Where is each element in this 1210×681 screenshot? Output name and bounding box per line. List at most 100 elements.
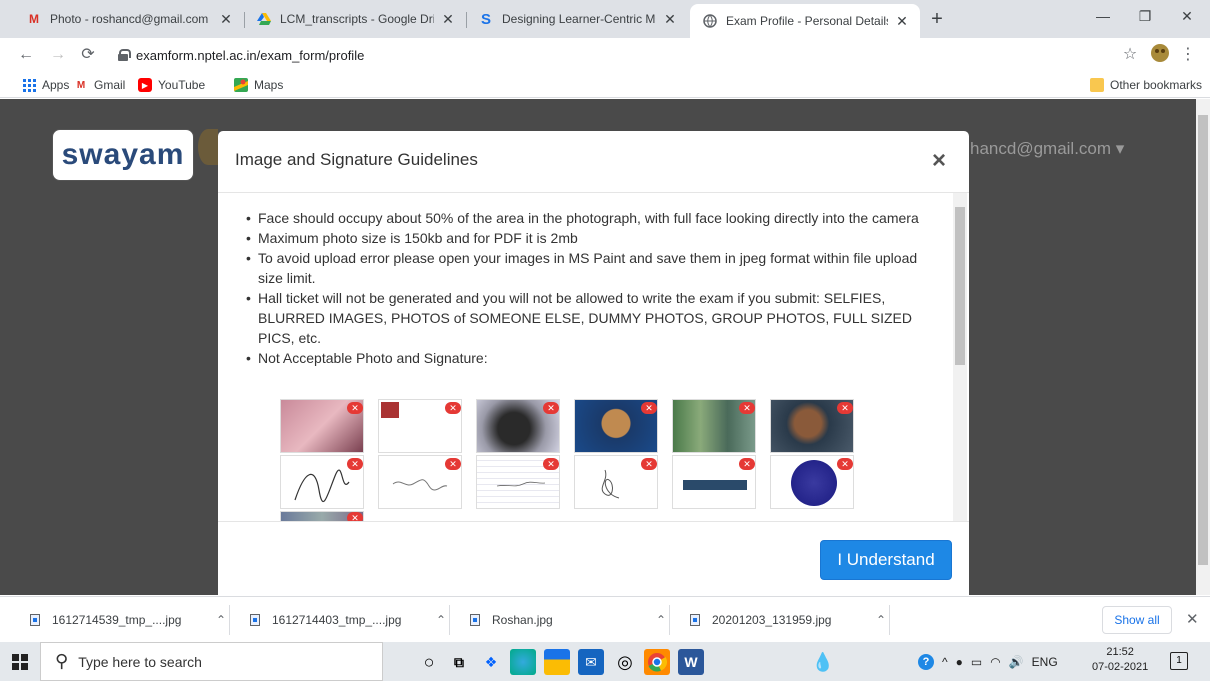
folder-icon xyxy=(1090,78,1104,92)
bookmark-gmail[interactable]: M Gmail xyxy=(74,76,126,94)
battery-icon[interactable]: ▭ xyxy=(971,655,982,669)
word-icon[interactable]: W xyxy=(678,649,704,675)
windows-taskbar: ⚲ Type here to search ○ ⧉ ❖ ✉ ◎ W 💧 ? ^ … xyxy=(0,642,1210,681)
show-all-button[interactable]: Show all xyxy=(1102,606,1172,634)
chevron-up-icon[interactable]: ⌃ xyxy=(433,613,449,627)
rejected-signature: ✕ xyxy=(770,455,854,509)
guideline-item: To avoid upload error please open your i… xyxy=(246,248,930,288)
scrollbar-thumb[interactable] xyxy=(955,207,965,365)
dropbox-icon[interactable]: ❖ xyxy=(478,649,504,675)
rejected-photo: ✕ xyxy=(770,399,854,453)
minimize-button[interactable]: — xyxy=(1080,0,1126,32)
reject-icon: ✕ xyxy=(837,458,853,470)
file-explorer-icon[interactable] xyxy=(544,649,570,675)
downloads-bar: 1612714539_tmp_....jpg ⌃ 1612714403_tmp_… xyxy=(0,596,1210,642)
new-tab-button[interactable]: + xyxy=(925,7,949,31)
back-icon[interactable]: ← xyxy=(14,43,38,67)
modal-title: Image and Signature Guidelines xyxy=(235,150,478,169)
guidelines-modal: Image and Signature Guidelines × Face sh… xyxy=(218,131,969,595)
tray-app-icon[interactable]: ● xyxy=(956,655,963,669)
menu-kebab-icon[interactable]: ⋮ xyxy=(1176,43,1200,67)
gmail-icon: M xyxy=(29,12,39,26)
notification-center-icon[interactable]: 1 xyxy=(1170,652,1188,670)
tab-gmail[interactable]: M Photo - roshancd@gmail.com - G ✕ xyxy=(14,0,244,38)
page-scrollbar[interactable] xyxy=(1196,99,1210,595)
i-understand-button[interactable]: I Understand xyxy=(820,540,952,580)
rejected-photo: ✕ xyxy=(378,399,462,453)
other-bookmarks[interactable]: Other bookmarks xyxy=(1090,76,1202,94)
download-item[interactable]: Roshan.jpg ⌃ xyxy=(462,605,670,635)
download-item[interactable]: 1612714539_tmp_....jpg ⌃ xyxy=(22,605,230,635)
download-filename: 20201203_131959.jpg xyxy=(712,613,832,627)
volume-icon[interactable]: 🔊 xyxy=(1009,655,1024,669)
reject-icon: ✕ xyxy=(641,402,657,414)
close-tab-icon[interactable]: ✕ xyxy=(440,11,456,28)
edge-icon[interactable] xyxy=(510,649,536,675)
tab-title: Photo - roshancd@gmail.com - G xyxy=(50,12,212,26)
tab-mooc[interactable]: S Designing Learner-Centric MOOC ✕ xyxy=(466,0,688,38)
help-icon[interactable]: ? xyxy=(918,653,934,670)
scrollbar-thumb[interactable] xyxy=(1198,115,1208,565)
image-file-icon xyxy=(250,614,260,626)
bookmark-maps[interactable]: Maps xyxy=(234,76,283,94)
modal-scrollbar[interactable] xyxy=(953,193,967,521)
reject-icon: ✕ xyxy=(543,458,559,470)
wifi-icon[interactable]: ◠ xyxy=(990,655,1000,669)
chevron-up-icon[interactable]: ⌃ xyxy=(873,613,889,627)
close-window-button[interactable]: ✕ xyxy=(1164,0,1210,32)
user-email-menu[interactable]: hancd@gmail.com ▾ xyxy=(970,139,1124,159)
close-tab-icon[interactable]: ✕ xyxy=(662,11,678,28)
globe-icon xyxy=(702,13,718,29)
taskbar-clock[interactable]: 21:52 07-02-2021 xyxy=(1092,645,1148,675)
reject-icon: ✕ xyxy=(543,402,559,414)
bookmark-star-icon[interactable]: ☆ xyxy=(1118,43,1142,67)
lock-icon[interactable] xyxy=(118,49,131,61)
modal-close-icon[interactable]: × xyxy=(932,149,946,173)
search-placeholder: Type here to search xyxy=(78,653,202,670)
chrome-icon[interactable] xyxy=(644,649,670,675)
close-tab-icon[interactable]: ✕ xyxy=(894,13,910,30)
mail-icon[interactable]: ✉ xyxy=(578,649,604,675)
restore-button[interactable]: ❐ xyxy=(1122,0,1168,32)
drop-app-icon[interactable]: 💧 xyxy=(810,649,836,675)
download-filename: 1612714539_tmp_....jpg xyxy=(52,613,182,627)
task-view-icon[interactable]: ⧉ xyxy=(446,649,472,675)
forward-icon[interactable]: → xyxy=(46,43,70,67)
download-item[interactable]: 20201203_131959.jpg ⌃ xyxy=(682,605,890,635)
tab-title: Designing Learner-Centric MOOC xyxy=(502,12,656,26)
apps-grid-icon xyxy=(22,78,36,92)
browser-toolbar: ← → ⟳ examform.nptel.ac.in/exam_form/pro… xyxy=(0,38,1210,72)
download-item[interactable]: 1612714403_tmp_....jpg ⌃ xyxy=(242,605,450,635)
guideline-item: Not Acceptable Photo and Signature: xyxy=(246,348,930,368)
tab-drive[interactable]: LCM_transcripts - Google Drive ✕ xyxy=(244,0,466,38)
chevron-up-icon[interactable]: ⌃ xyxy=(653,613,669,627)
tab-strip: M Photo - roshancd@gmail.com - G ✕ LCM_t… xyxy=(0,0,1210,38)
youtube-icon: ▶ xyxy=(138,78,152,92)
guideline-item: Maximum photo size is 150kb and for PDF … xyxy=(246,228,930,248)
close-tab-icon[interactable]: ✕ xyxy=(218,11,234,28)
windows-start-icon[interactable] xyxy=(12,654,28,670)
clock-time: 21:52 xyxy=(1106,646,1134,658)
profile-avatar[interactable] xyxy=(1148,43,1172,67)
cortana-icon[interactable]: ○ xyxy=(416,649,442,675)
app-icon[interactable]: ◎ xyxy=(612,649,638,675)
tab-exam-profile[interactable]: Exam Profile - Personal Details ✕ xyxy=(690,4,920,38)
chevron-up-icon[interactable]: ⌃ xyxy=(213,613,229,627)
bookmark-youtube[interactable]: ▶ YouTube xyxy=(138,76,205,94)
image-file-icon xyxy=(470,614,480,626)
rejected-signature: ✕ xyxy=(476,455,560,509)
modal-header: Image and Signature Guidelines × xyxy=(218,131,969,193)
address-bar[interactable]: examform.nptel.ac.in/exam_form/profile xyxy=(104,42,1104,68)
gmail-icon: M xyxy=(76,79,86,91)
language-indicator[interactable]: ENG xyxy=(1032,655,1058,669)
rejected-photo: ✕ xyxy=(574,399,658,453)
bookmark-label: Other bookmarks xyxy=(1110,78,1203,92)
reload-icon[interactable]: ⟳ xyxy=(76,43,100,67)
taskbar-search[interactable]: ⚲ Type here to search xyxy=(40,642,383,681)
emblem-logo xyxy=(198,129,218,165)
chevron-up-icon[interactable]: ^ xyxy=(942,655,948,669)
rejected-photo: ✕ xyxy=(280,511,364,521)
close-downloads-icon[interactable]: ✕ xyxy=(1186,606,1199,634)
system-tray: ? ^ ● ▭ ◠ 🔊 ENG xyxy=(918,642,1058,681)
bookmark-apps[interactable]: Apps xyxy=(22,76,69,94)
